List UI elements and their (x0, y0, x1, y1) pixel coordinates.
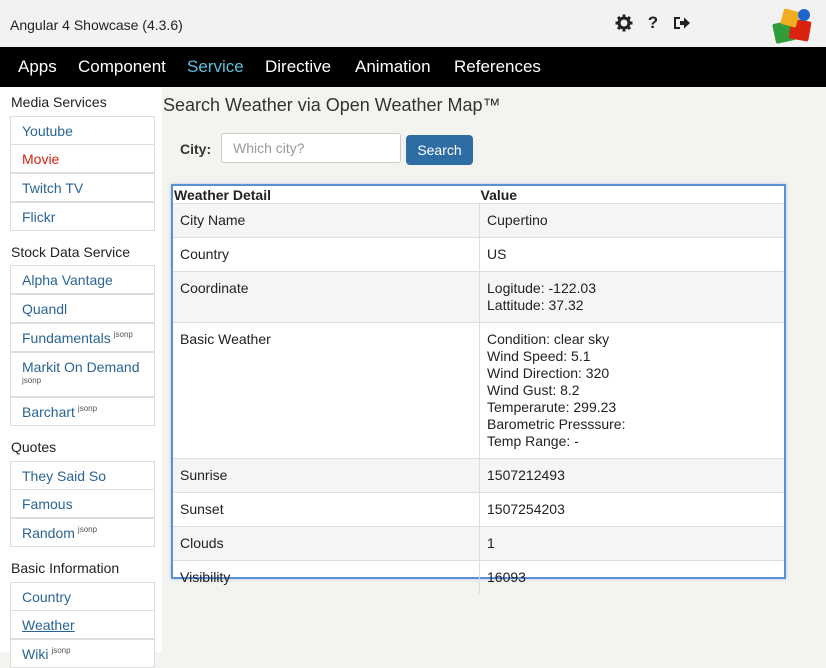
jsonp-tag: jsonp (22, 376, 42, 385)
sidebar-item-alpha-vantage[interactable]: Alpha Vantage (10, 265, 155, 294)
nav-service[interactable]: Service (187, 57, 244, 77)
sidebar-item-label: Quandl (22, 301, 68, 317)
sidebar-item-movie[interactable]: Movie (10, 144, 155, 173)
table-row: Sunset 1507254203 (173, 492, 784, 527)
column-header-weather-detail: Weather Detail (173, 186, 480, 204)
help-icon[interactable]: ? (643, 13, 663, 33)
section-basic-information: Basic Information (11, 560, 120, 576)
weather-table: Weather Detail Value City Name Cupertino … (171, 184, 786, 594)
page-title: Search Weather via Open Weather Map™ (163, 95, 501, 115)
row-label: Coordinate (173, 271, 480, 323)
sidebar-item-twitch-tv[interactable]: Twitch TV (10, 173, 155, 202)
table-row: Coordinate Logitude: -122.03 Lattitude: 3… (173, 271, 784, 323)
sidebar-item-label: Twitch TV (22, 180, 84, 196)
section-media-services: Media Services (11, 94, 107, 110)
sidebar-item-flickr[interactable]: Flickr (10, 202, 155, 231)
nav-references[interactable]: References (454, 57, 541, 77)
sidebar-item-label: Weather (22, 617, 75, 633)
app-title: Angular 4 Showcase (4.3.6) (10, 17, 183, 33)
sidebar-item-wiki[interactable]: Wiki jsonp (10, 639, 155, 668)
row-value: US (479, 237, 784, 272)
sidebar-item-barchart[interactable]: Barchart jsonp (10, 397, 155, 426)
table-row: Visibility 16093 (173, 560, 784, 594)
sidebar-item-country[interactable]: Country (10, 582, 155, 611)
section-stock-data-service: Stock Data Service (11, 244, 131, 260)
row-value: 16093 (479, 560, 784, 594)
table-row: City Name Cupertino (173, 203, 784, 238)
row-label: Sunset (173, 492, 480, 527)
sidebar-item-label: Wiki (22, 646, 49, 662)
row-value: 1507254203 (479, 492, 784, 527)
nav-apps[interactable]: Apps (18, 57, 57, 77)
nav-directive[interactable]: Directive (265, 57, 331, 77)
sign-out-icon[interactable] (672, 13, 692, 33)
jsonp-tag: jsonp (51, 646, 71, 656)
logo-icon (770, 6, 816, 46)
sidebar-item-label: Alpha Vantage (22, 272, 113, 288)
sidebar-item-label: They Said So (22, 468, 107, 484)
table-row: Clouds 1 (173, 526, 784, 561)
row-label: Visibility (173, 560, 480, 594)
sidebar-item-quandl[interactable]: Quandl (10, 294, 155, 323)
sidebar: Media Services Youtube Movie Twitch TV F… (0, 87, 162, 668)
city-input[interactable] (221, 133, 401, 163)
sidebar-item-label: Markit On Demand (22, 359, 140, 375)
table-row: Basic Weather Condition: clear sky Wind S… (173, 322, 784, 459)
main-navbar: Apps Component Service Directive Animati… (0, 47, 826, 87)
sidebar-item-youtube[interactable]: Youtube (10, 116, 155, 145)
search-button[interactable]: Search (406, 135, 473, 165)
gear-icon[interactable] (614, 13, 634, 33)
row-label: Basic Weather (173, 322, 480, 459)
city-label: City: (180, 141, 212, 157)
row-value: Logitude: -122.03 Lattitude: 37.32 (479, 271, 784, 323)
sidebar-item-label: Movie (22, 151, 60, 167)
sidebar-item-random[interactable]: Random jsonp (10, 518, 155, 547)
jsonp-tag: jsonp (77, 525, 98, 535)
row-value: Condition: clear sky Wind Speed: 5.1 Win… (479, 322, 784, 459)
row-value: Cupertino (479, 203, 784, 238)
sidebar-item-label: Famous (22, 496, 73, 512)
sidebar-item-famous[interactable]: Famous (10, 489, 155, 518)
row-label: Country (173, 237, 480, 272)
row-label: City Name (173, 203, 480, 238)
nav-component[interactable]: Component (78, 57, 166, 77)
sidebar-item-label: Random (22, 525, 75, 541)
sidebar-item-fundamentals[interactable]: Fundamentals jsonp (10, 323, 155, 352)
row-label: Clouds (173, 526, 480, 561)
sidebar-item-markit-on-demand[interactable]: Markit On Demand jsonp (10, 352, 155, 397)
column-header-value: Value (479, 186, 784, 204)
sidebar-item-label: Youtube (22, 123, 73, 139)
sidebar-item-label: Fundamentals (22, 330, 111, 346)
table-row: Sunrise 1507212493 (173, 458, 784, 493)
sidebar-item-label: Barchart (22, 404, 75, 420)
row-value: 1507212493 (479, 458, 784, 493)
table-row: Country US (173, 237, 784, 272)
sidebar-item-label: Flickr (22, 209, 56, 225)
sidebar-item-they-said-so[interactable]: They Said So (10, 461, 155, 490)
sidebar-item-weather[interactable]: Weather (10, 610, 155, 639)
row-value: 1 (479, 526, 784, 561)
nav-animation[interactable]: Animation (355, 57, 431, 77)
row-label: Sunrise (173, 458, 480, 493)
jsonp-tag: jsonp (77, 404, 98, 414)
sidebar-item-label: Country (22, 589, 72, 605)
section-quotes: Quotes (11, 439, 57, 455)
table-header-row: Weather Detail Value (173, 186, 784, 204)
title-bar: Angular 4 Showcase (4.3.6) ? (0, 0, 826, 48)
jsonp-tag: jsonp (113, 330, 133, 340)
